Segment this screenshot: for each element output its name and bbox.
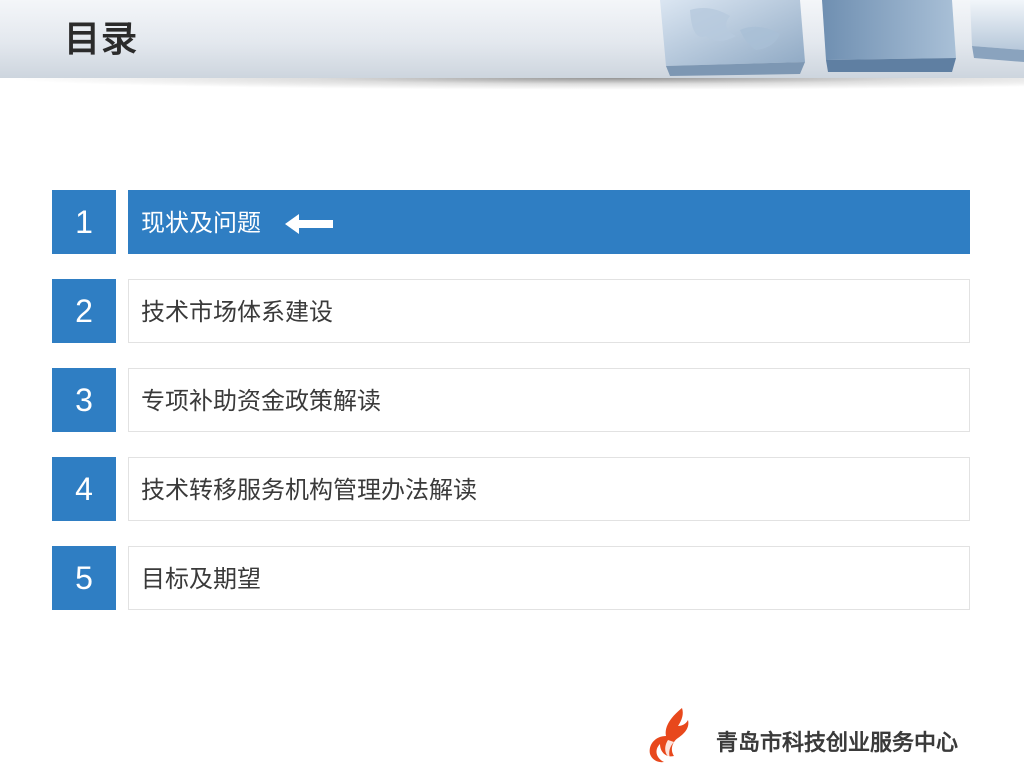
table-of-contents: 1 现状及问题 2 技术市场体系建设 3 专项补助资金政策解读 4 技术转移服务… — [52, 190, 972, 635]
flame-logo-icon — [649, 708, 689, 763]
toc-bar[interactable]: 目标及期望 — [128, 546, 970, 610]
toc-item-4[interactable]: 4 技术转移服务机构管理办法解读 — [52, 457, 972, 523]
toc-item-1[interactable]: 1 现状及问题 — [52, 190, 972, 256]
cubes-globe-image — [660, 0, 1024, 76]
toc-label: 目标及期望 — [141, 565, 261, 593]
toc-number: 1 — [52, 190, 116, 254]
page-title: 目录 — [64, 19, 139, 60]
toc-number: 5 — [52, 546, 116, 610]
toc-item-3[interactable]: 3 专项补助资金政策解读 — [52, 368, 972, 434]
toc-label: 专项补助资金政策解读 — [141, 387, 381, 415]
toc-number: 3 — [52, 368, 116, 432]
toc-bar-active[interactable]: 现状及问题 — [128, 190, 970, 254]
toc-bar[interactable]: 专项补助资金政策解读 — [128, 368, 970, 432]
toc-number: 2 — [52, 279, 116, 343]
toc-item-2[interactable]: 2 技术市场体系建设 — [52, 279, 972, 345]
toc-bar[interactable]: 技术转移服务机构管理办法解读 — [128, 457, 970, 521]
toc-number: 4 — [52, 457, 116, 521]
header-band: 目录 — [0, 0, 1024, 78]
arrow-left-icon — [285, 214, 333, 234]
organization-name: 青岛市科技创业服务中心 — [716, 731, 959, 756]
toc-label: 技术转移服务机构管理办法解读 — [141, 476, 477, 504]
header-shadow — [0, 78, 1024, 90]
toc-item-5[interactable]: 5 目标及期望 — [52, 546, 972, 612]
slide: 目录 1 现状及问题 2 技术市场体系建设 3 专项补助资金政策解读 4 技术转… — [0, 0, 1024, 768]
toc-label: 技术市场体系建设 — [141, 298, 333, 326]
toc-bar[interactable]: 技术市场体系建设 — [128, 279, 970, 343]
toc-label: 现状及问题 — [141, 209, 261, 237]
